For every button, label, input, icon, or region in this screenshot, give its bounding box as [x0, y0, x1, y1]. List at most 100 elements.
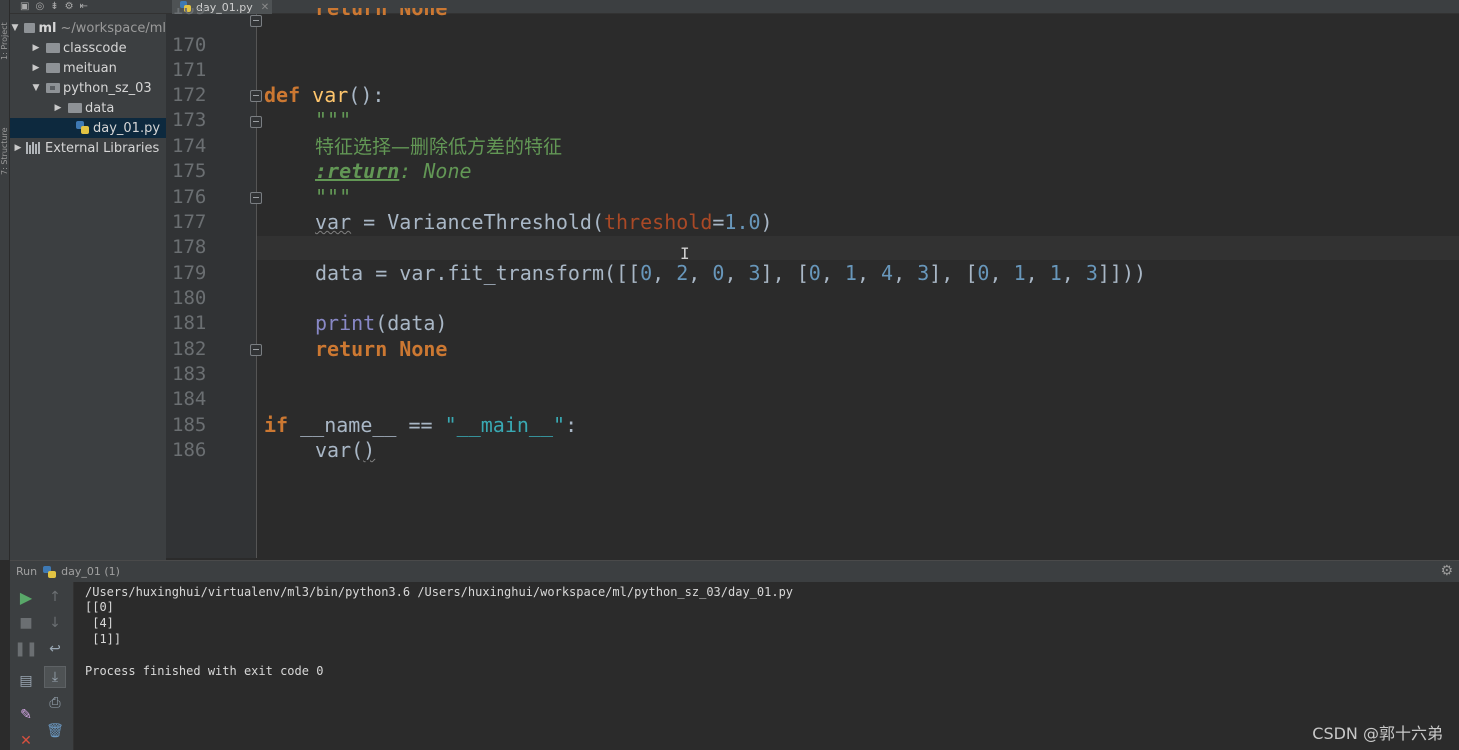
- folder-icon: [46, 63, 60, 73]
- python-file-icon: [76, 121, 90, 135]
- line-number: 185: [172, 414, 207, 436]
- tree-item-day-01-py[interactable]: day_01.py: [10, 118, 166, 138]
- print-icon[interactable]: ⎙: [44, 692, 66, 714]
- rerun-button[interactable]: ▶: [15, 586, 37, 608]
- line-number: 171: [172, 59, 207, 81]
- line-number: 177: [172, 211, 207, 233]
- line-number: 179: [172, 262, 207, 284]
- chevron-right-icon[interactable]: ▶: [30, 43, 42, 53]
- fold-marker-icon[interactable]: [250, 15, 262, 27]
- fold-marker-icon[interactable]: [250, 344, 262, 356]
- tree-root-label: ml: [38, 20, 57, 36]
- line-number: 169: [172, 8, 212, 17]
- line-number: 181: [172, 312, 207, 334]
- stop-button[interactable]: ■: [15, 612, 37, 634]
- fold-marker-icon[interactable]: [250, 192, 262, 204]
- project-view-icon[interactable]: ▣: [20, 1, 29, 12]
- soft-wrap-icon[interactable]: ↩: [44, 638, 66, 660]
- line-number: 175: [172, 160, 207, 182]
- scroll-to-end-icon[interactable]: ⤓: [44, 666, 66, 688]
- folder-icon: [68, 103, 82, 113]
- package-folder-icon: [46, 83, 60, 93]
- code-line-175: :return: None: [315, 159, 472, 183]
- chevron-down-icon[interactable]: ▼: [30, 83, 42, 93]
- code-line-173: """: [315, 108, 352, 132]
- line-number: 180: [172, 287, 207, 309]
- tree-item-label: meituan: [63, 60, 117, 76]
- tool-window-stripe: 1: Project 7: Structure: [0, 0, 10, 560]
- down-arrow-icon[interactable]: ↓: [44, 612, 66, 634]
- fold-marker-icon[interactable]: [250, 116, 262, 128]
- code-line-179: data = var.fit_transform([[0, 2, 0, 3], …: [315, 261, 1147, 285]
- folder-icon: [46, 43, 60, 53]
- fold-marker-icon[interactable]: [250, 90, 262, 102]
- line-number: 174: [172, 135, 207, 157]
- project-panel: ▣ ◎ ⇟ ⚙ ⇤ ▼ ml ~/workspace/ml ▶ classcod…: [10, 0, 166, 560]
- run-panel-title: Run: [16, 565, 38, 578]
- tree-item-python-sz-03[interactable]: ▼ python_sz_03: [10, 78, 166, 98]
- tree-root-path: ~/workspace/ml: [60, 20, 166, 36]
- tree-item-label: data: [85, 100, 115, 116]
- folder-icon: [23, 23, 36, 33]
- code-line-169: return None: [315, 8, 448, 20]
- pin-icon[interactable]: ✎: [15, 704, 37, 726]
- pause-button[interactable]: ❚❚: [14, 638, 37, 660]
- console-line: Process finished with exit code 0: [85, 664, 324, 678]
- line-number: 176: [172, 186, 207, 208]
- tree-item-classcode[interactable]: ▶ classcode: [10, 38, 166, 58]
- console-line: [[0]: [85, 600, 114, 614]
- code-editor[interactable]: [257, 14, 1459, 558]
- text-cursor-icon: I: [680, 244, 690, 263]
- code-line-176: """: [315, 185, 352, 209]
- tree-item-meituan[interactable]: ▶ meituan: [10, 58, 166, 78]
- gear-icon[interactable]: ⚙: [65, 1, 74, 12]
- code-line-181: print(data): [315, 311, 448, 335]
- gear-icon[interactable]: ⚙: [1440, 563, 1453, 579]
- python-file-icon: [43, 565, 57, 578]
- chevron-right-icon[interactable]: ▶: [12, 143, 24, 153]
- project-toolbar: ▣ ◎ ⇟ ⚙ ⇤: [10, 0, 166, 14]
- tree-item-external-libraries[interactable]: ▶ External Libraries: [10, 138, 166, 158]
- trash-icon[interactable]: 🗑: [44, 720, 66, 742]
- chevron-right-icon[interactable]: ▶: [52, 103, 64, 113]
- console-line: /Users/huxinghui/virtualenv/ml3/bin/pyth…: [85, 585, 794, 599]
- library-icon: [26, 142, 42, 154]
- chevron-right-icon[interactable]: ▶: [30, 63, 42, 73]
- line-number: 173: [172, 109, 207, 131]
- watermark: CSDN @郭十六弟: [1312, 724, 1443, 743]
- code-line-185: if __name__ == "__main__":: [264, 413, 578, 437]
- line-number: 170: [172, 34, 207, 56]
- console-line: [1]]: [85, 632, 122, 646]
- hide-icon[interactable]: ⇤: [80, 1, 88, 12]
- tree-item-label: External Libraries: [45, 140, 160, 156]
- code-line-177: var = VarianceThreshold(threshold=1.0): [315, 210, 773, 234]
- tree-item-label: classcode: [63, 40, 127, 56]
- layout-icon[interactable]: ▤: [15, 670, 37, 692]
- code-line-172: def var():: [264, 83, 385, 107]
- tree-item-data[interactable]: ▶ data: [10, 98, 166, 118]
- line-number: 182: [172, 338, 207, 360]
- code-line-182: return None: [315, 337, 448, 361]
- line-number: 184: [172, 388, 207, 410]
- structure-tool-window-button[interactable]: 7: Structure: [0, 95, 10, 175]
- chevron-down-icon[interactable]: ▼: [10, 23, 20, 33]
- project-tool-window-button[interactable]: 1: Project: [0, 0, 10, 60]
- line-number: 183: [172, 363, 207, 385]
- line-number: 178: [172, 236, 207, 258]
- run-panel-header: Run day_01 (1) ⚙: [10, 560, 1459, 582]
- current-line-highlight: [257, 236, 1459, 260]
- run-toolbar: ▶ ↑ ■ ↓ ❚❚ ↩ ▤ ⤓ ⎙ ✎ 🗑 ✕: [10, 582, 74, 750]
- line-number: 186: [172, 439, 207, 461]
- tree-item-label: day_01.py: [93, 120, 161, 136]
- line-number: 172: [172, 84, 207, 106]
- code-line-174: 特征选择—删除低方差的特征: [315, 136, 563, 158]
- tree-item-label: python_sz_03: [63, 80, 152, 96]
- locate-icon[interactable]: ◎: [35, 1, 44, 12]
- console-line: [4]: [85, 616, 114, 630]
- tree-root-ml[interactable]: ▼ ml ~/workspace/ml: [10, 18, 166, 38]
- collapse-icon[interactable]: ⇟: [50, 1, 58, 12]
- code-line-186: var(): [315, 438, 376, 462]
- up-arrow-icon[interactable]: ↑: [44, 586, 66, 608]
- run-config-tab[interactable]: day_01 (1): [61, 565, 120, 578]
- close-icon[interactable]: ✕: [15, 730, 37, 750]
